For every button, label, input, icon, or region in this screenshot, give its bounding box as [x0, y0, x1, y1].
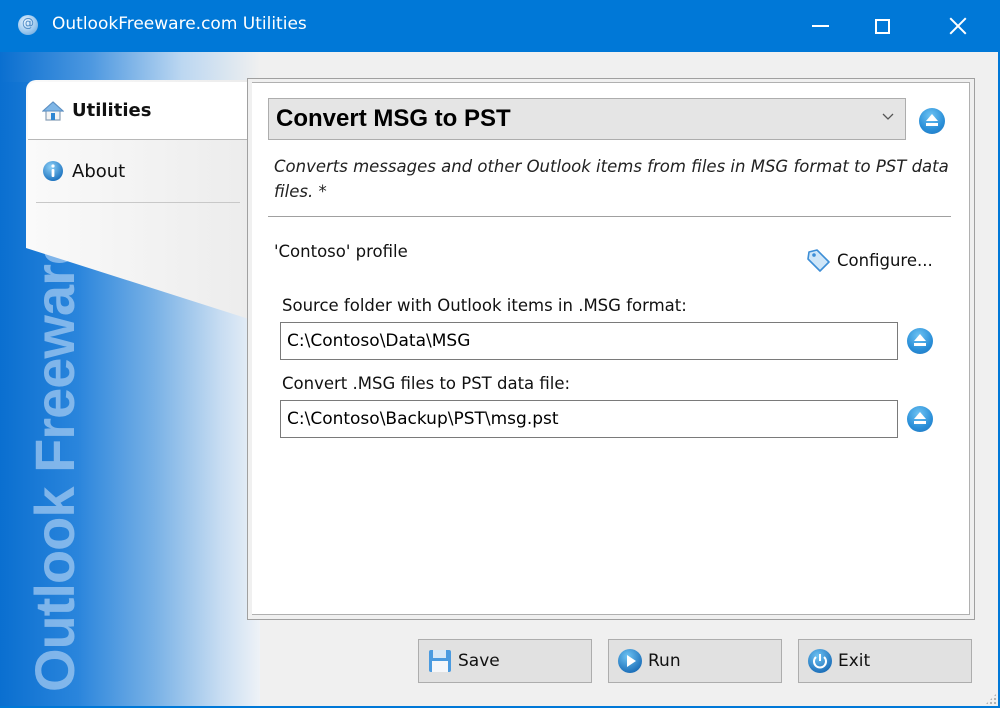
target-file-label: Convert .MSG files to PST data file:: [282, 374, 571, 393]
profile-label: 'Contoso' profile: [274, 242, 408, 261]
chevron-down-icon: [882, 113, 894, 120]
minimize-button[interactable]: [790, 0, 850, 52]
configure-label: Configure...: [837, 250, 933, 270]
sidebar-item-utilities[interactable]: Utilities: [28, 82, 252, 140]
description-divider: [268, 216, 951, 217]
client-area: Outlook Freeware .com Utilities About Co…: [0, 52, 1000, 708]
save-button[interactable]: Save: [418, 639, 592, 683]
sidebar-item-label: Utilities: [72, 100, 152, 121]
run-button[interactable]: Run: [608, 639, 782, 683]
home-icon: [42, 100, 64, 121]
window-title: OutlookFreeware.com Utilities: [52, 14, 307, 34]
nav-divider: [36, 202, 240, 203]
browse-target-button[interactable]: [907, 406, 933, 432]
save-icon: [429, 650, 451, 672]
power-icon: [808, 649, 832, 673]
sidebar-item-label: About: [72, 160, 126, 182]
source-folder-label: Source folder with Outlook items in .MSG…: [282, 296, 687, 315]
minimize-icon: [811, 25, 829, 27]
header-gradient: [0, 52, 260, 82]
close-icon: [949, 17, 967, 35]
save-label: Save: [458, 651, 500, 671]
play-icon: [618, 649, 642, 673]
maximize-button[interactable]: [852, 0, 912, 52]
app-icon: [18, 15, 38, 35]
utility-menu-button[interactable]: [919, 108, 945, 134]
maximize-icon: [874, 18, 890, 34]
tag-icon: [807, 249, 830, 272]
title-bar: OutlookFreeware.com Utilities: [0, 0, 1000, 52]
sidebar-item-about[interactable]: About: [28, 142, 252, 200]
close-button[interactable]: [928, 0, 988, 52]
info-icon: [42, 160, 64, 182]
target-file-value: C:\Contoso\Backup\PST\msg.pst: [287, 409, 559, 429]
exit-label: Exit: [838, 651, 871, 671]
run-label: Run: [648, 651, 681, 671]
exit-button[interactable]: Exit: [798, 639, 972, 683]
configure-button[interactable]: Configure...: [806, 248, 933, 272]
source-folder-input[interactable]: C:\Contoso\Data\MSG: [280, 322, 898, 360]
utility-description: Converts messages and other Outlook item…: [274, 157, 949, 201]
utility-select[interactable]: Convert MSG to PST: [268, 98, 906, 140]
browse-source-button[interactable]: [907, 328, 933, 354]
target-file-input[interactable]: C:\Contoso\Backup\PST\msg.pst: [280, 400, 898, 438]
source-folder-value: C:\Contoso\Data\MSG: [287, 331, 471, 351]
resize-grip[interactable]: [985, 693, 997, 705]
utility-select-value: Convert MSG to PST: [276, 105, 511, 132]
